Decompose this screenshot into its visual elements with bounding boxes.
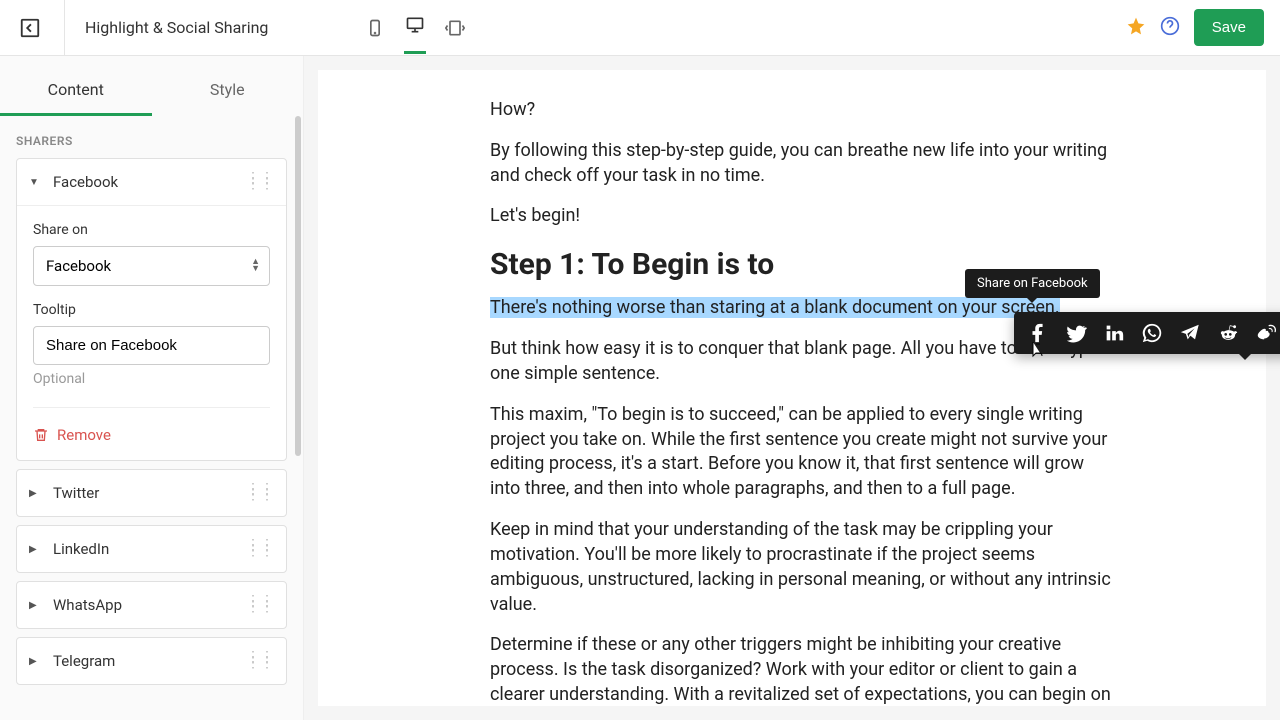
- sidebar-tabs: Content Style: [0, 56, 303, 116]
- canvas: How? By following this step-by-step guid…: [304, 56, 1280, 720]
- sharer-list: ▼ Facebook ⋮⋮⋮⋮ Share on Facebook ▲▼ Too…: [0, 158, 303, 709]
- share-tooltip: Share on Facebook: [965, 269, 1100, 298]
- sharer-item-facebook: ▼ Facebook ⋮⋮⋮⋮ Share on Facebook ▲▼ Too…: [16, 158, 287, 461]
- tab-style[interactable]: Style: [152, 66, 304, 116]
- paragraph: Let's begin!: [490, 204, 1116, 229]
- sidebar-scrollbar[interactable]: [295, 116, 301, 456]
- sharer-header-linkedin[interactable]: ▶ LinkedIn ⋮⋮⋮⋮: [17, 526, 286, 572]
- reddit-share-icon[interactable]: [1210, 318, 1246, 348]
- desktop-view-toggle[interactable]: [404, 25, 426, 54]
- chevron-down-icon: ▼: [29, 177, 43, 188]
- sharer-header-whatsapp[interactable]: ▶ WhatsApp ⋮⋮⋮⋮: [17, 582, 286, 628]
- drag-handle-icon[interactable]: ⋮⋮⋮⋮: [246, 487, 274, 498]
- facebook-share-icon[interactable]: [1020, 318, 1056, 348]
- tooltip-label: Tooltip: [33, 302, 270, 318]
- paragraph: Keep in mind that your understanding of …: [490, 518, 1116, 617]
- sharer-item-telegram: ▶ Telegram ⋮⋮⋮⋮: [16, 637, 287, 685]
- sharer-body: Share on Facebook ▲▼ Tooltip Optional Re…: [17, 205, 286, 460]
- paragraph: This maxim, "To begin is to succeed," ca…: [490, 403, 1116, 502]
- page-title: Highlight & Social Sharing: [85, 18, 268, 37]
- mobile-view-toggle[interactable]: [364, 17, 386, 39]
- paragraph: How?: [490, 98, 1116, 123]
- tab-content[interactable]: Content: [0, 66, 152, 116]
- header: Highlight & Social Sharing Save: [0, 0, 1280, 56]
- main: Content Style SHARERS ▼ Facebook ⋮⋮⋮⋮ Sh…: [0, 56, 1280, 720]
- sharer-item-linkedin: ▶ LinkedIn ⋮⋮⋮⋮: [16, 525, 287, 573]
- remove-label: Remove: [57, 426, 111, 444]
- drag-handle-icon[interactable]: ⋮⋮⋮⋮: [246, 655, 274, 666]
- tooltip-input[interactable]: [33, 326, 270, 365]
- paragraph: By following this step-by-step guide, yo…: [490, 139, 1116, 189]
- whatsapp-share-icon[interactable]: [1134, 318, 1170, 348]
- sharers-label: SHARERS: [0, 116, 303, 158]
- share-on-select[interactable]: Facebook ▲▼: [33, 246, 270, 286]
- remove-button[interactable]: Remove: [33, 407, 270, 444]
- share-on-label: Share on: [33, 222, 270, 238]
- back-button[interactable]: [16, 14, 44, 42]
- tooltip-helper: Optional: [33, 371, 270, 387]
- sharer-header-telegram[interactable]: ▶ Telegram ⋮⋮⋮⋮: [17, 638, 286, 684]
- sharer-name: Facebook: [53, 173, 246, 191]
- sharer-item-whatsapp: ▶ WhatsApp ⋮⋮⋮⋮: [16, 581, 287, 629]
- share-toolbar: VK: [1014, 312, 1280, 354]
- header-divider: [64, 0, 65, 56]
- sharer-item-twitter: ▶ Twitter ⋮⋮⋮⋮: [16, 469, 287, 517]
- canvas-inner: How? By following this step-by-step guid…: [318, 70, 1266, 706]
- sharer-name: Telegram: [53, 652, 246, 670]
- sharer-header-facebook[interactable]: ▼ Facebook ⋮⋮⋮⋮: [17, 159, 286, 205]
- weibo-share-icon[interactable]: [1248, 318, 1280, 348]
- chevron-right-icon: ▶: [29, 600, 43, 611]
- star-icon[interactable]: [1126, 16, 1146, 40]
- chevron-right-icon: ▶: [29, 488, 43, 499]
- sharer-name: Twitter: [53, 484, 246, 502]
- drag-handle-icon[interactable]: ⋮⋮⋮⋮: [246, 176, 274, 187]
- sharer-header-twitter[interactable]: ▶ Twitter ⋮⋮⋮⋮: [17, 470, 286, 516]
- linkedin-share-icon[interactable]: [1096, 318, 1132, 348]
- sidebar: Content Style SHARERS ▼ Facebook ⋮⋮⋮⋮ Sh…: [0, 56, 304, 720]
- sharer-name: LinkedIn: [53, 540, 246, 558]
- device-toggles: [364, 2, 466, 54]
- telegram-share-icon[interactable]: [1172, 318, 1208, 348]
- drag-handle-icon[interactable]: ⋮⋮⋮⋮: [246, 543, 274, 554]
- twitter-share-icon[interactable]: [1058, 318, 1094, 348]
- responsive-view-toggle[interactable]: [444, 17, 466, 39]
- trash-icon: [33, 427, 49, 443]
- document: How? By following this step-by-step guid…: [490, 98, 1116, 706]
- chevron-right-icon: ▶: [29, 656, 43, 667]
- save-button[interactable]: Save: [1194, 9, 1264, 46]
- paragraph: Determine if these or any other triggers…: [490, 633, 1116, 706]
- header-right: Save: [1126, 9, 1264, 46]
- help-icon[interactable]: [1160, 16, 1180, 40]
- chevron-right-icon: ▶: [29, 544, 43, 555]
- sharer-name: WhatsApp: [53, 596, 246, 614]
- drag-handle-icon[interactable]: ⋮⋮⋮⋮: [246, 599, 274, 610]
